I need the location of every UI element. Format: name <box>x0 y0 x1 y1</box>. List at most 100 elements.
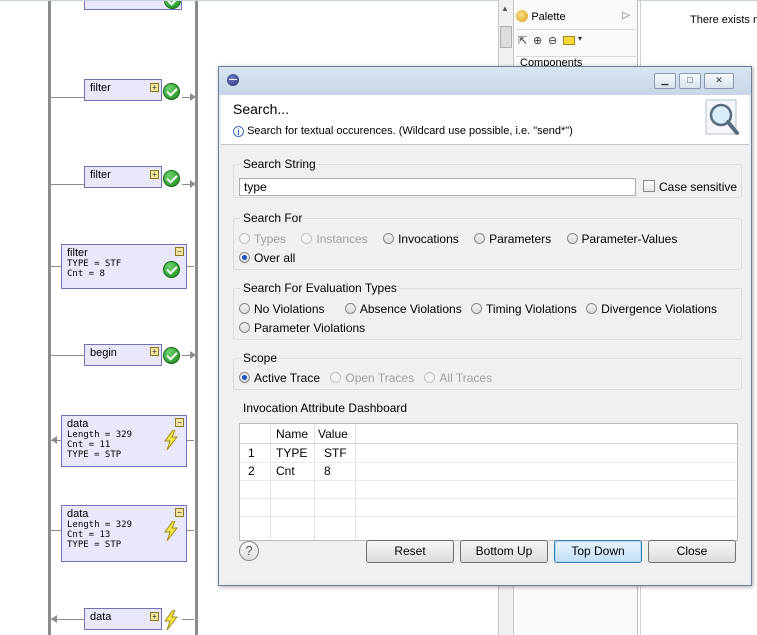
radio-circle <box>330 372 342 383</box>
dialog-body: Search String Case sensitive Search For … <box>221 146 749 583</box>
dropdown-arrow-icon[interactable]: ▾ <box>578 34 582 43</box>
radio-instances[interactable]: Instances <box>301 232 368 246</box>
expand-icon[interactable]: + <box>150 83 159 92</box>
radio-divergence-violations[interactable]: Divergence Violations <box>586 302 717 316</box>
radio-label: Instances <box>316 232 368 246</box>
row-index: 1 <box>248 446 255 460</box>
dashboard-table[interactable]: Name Value 1 TYPE STF 2 Cnt 8 <box>239 423 738 541</box>
lightning-icon <box>164 521 179 541</box>
scope-row: Active Trace Open Traces All Traces <box>239 371 504 385</box>
radio-absence-violations[interactable]: Absence Violations <box>344 302 462 316</box>
search-for-group: Search For Types Instances Invocations P… <box>233 211 742 270</box>
radio-circle <box>424 372 436 383</box>
eval-row-1: No Violations Absence Violations Timing … <box>239 302 717 316</box>
close-button[interactable]: Close <box>648 540 736 563</box>
radio-no-violations[interactable]: No Violations <box>239 302 325 316</box>
row-value: 8 <box>324 464 331 478</box>
radio-label: All Traces <box>439 371 493 385</box>
group-label: Scope <box>241 351 280 365</box>
radio-circle <box>239 303 250 314</box>
right-panel-text: There exists n <box>690 14 757 26</box>
radio-invocations[interactable]: Invocations <box>383 232 459 246</box>
column-header-name[interactable]: Name <box>276 427 308 441</box>
radio-circle <box>239 372 250 383</box>
node-title: begin <box>90 347 117 359</box>
radio-circle <box>474 233 486 244</box>
radio-circle <box>586 303 598 314</box>
collapse-arrow-icon[interactable]: ▷ <box>622 10 630 21</box>
node-title: filter <box>90 169 111 181</box>
node-title: filter <box>67 247 88 259</box>
radio-circle <box>383 233 395 244</box>
collapse-icon[interactable]: − <box>175 247 184 256</box>
help-icon[interactable]: ? <box>239 541 259 561</box>
radio-parameters[interactable]: Parameters <box>474 232 551 246</box>
maximize-button[interactable]: □ <box>679 73 701 89</box>
radio-timing-violations[interactable]: Timing Violations <box>471 302 577 316</box>
radio-circle <box>239 252 250 263</box>
radio-label: Types <box>254 232 287 246</box>
radio-circle <box>471 303 483 314</box>
ok-check-icon <box>163 347 180 364</box>
radio-all-traces[interactable]: All Traces <box>424 371 492 385</box>
row-name: TYPE <box>276 446 308 460</box>
group-label: Search String <box>241 157 318 171</box>
eval-row-2: Parameter Violations <box>239 321 377 335</box>
lightning-icon <box>164 610 179 630</box>
search-input[interactable] <box>239 178 636 196</box>
collapse-icon[interactable]: − <box>175 418 184 427</box>
expand-icon[interactable]: + <box>150 170 159 179</box>
group-label: Search For <box>241 211 305 225</box>
dialog-titlebar[interactable]: ▁ □ ✕ <box>219 67 751 95</box>
lightning-icon <box>164 430 179 450</box>
zoom-out-icon[interactable]: ⊖ <box>548 34 557 47</box>
reset-button[interactable]: Reset <box>366 540 454 563</box>
radio-open-traces[interactable]: Open Traces <box>330 371 414 385</box>
dialog-description: i Search for textual occurences. (Wildca… <box>233 125 573 137</box>
column-header-value[interactable]: Value <box>318 427 348 441</box>
search-for-row-1: Types Instances Invocations Parameters P… <box>239 232 689 246</box>
radio-over-all[interactable]: Over all <box>239 251 295 265</box>
dialog-title: Search... <box>233 101 290 117</box>
ok-check-icon <box>163 83 180 100</box>
row-index: 2 <box>248 464 255 478</box>
eclipse-icon <box>227 74 239 86</box>
select-tool-icon[interactable]: ⇱ <box>518 34 527 47</box>
palette-tools: ⇱ ⊕ ⊖ ▾ <box>516 29 636 53</box>
close-window-button[interactable]: ✕ <box>704 73 734 89</box>
search-dialog: ▁ □ ✕ Search... i Search for textual occ… <box>218 66 752 586</box>
radio-parameter-violations[interactable]: Parameter Violations <box>239 321 365 335</box>
radio-parameter-values[interactable]: Parameter-Values <box>566 232 677 246</box>
case-sensitive-checkbox[interactable] <box>643 180 655 192</box>
radio-active-trace[interactable]: Active Trace <box>239 371 320 385</box>
node-title: data <box>90 611 112 623</box>
radio-circle <box>344 303 356 314</box>
top-down-button[interactable]: Top Down <box>554 540 642 563</box>
bottom-up-button[interactable]: Bottom Up <box>460 540 548 563</box>
zoom-in-icon[interactable]: ⊕ <box>533 34 542 47</box>
scroll-up-icon[interactable]: ▲ <box>501 4 509 13</box>
search-string-group: Search String Case sensitive <box>233 157 742 198</box>
node-title: filter <box>90 82 111 94</box>
radio-label: Invocations <box>398 232 459 246</box>
radio-label: Absence Violations <box>359 302 462 316</box>
palette-header[interactable]: Palette ▷ <box>516 9 636 29</box>
ok-check-icon <box>163 170 180 187</box>
expand-icon[interactable]: + <box>150 347 159 356</box>
scroll-thumb[interactable] <box>500 26 512 48</box>
radio-types[interactable]: Types <box>239 232 286 246</box>
node-attr: TYPE = STP <box>67 450 122 460</box>
collapse-icon[interactable]: − <box>175 508 184 517</box>
eval-types-group: Search For Evaluation Types No Violation… <box>233 281 742 340</box>
search-for-row-2: Over all <box>239 251 307 265</box>
radio-label: Parameters <box>489 232 552 246</box>
radio-label: No Violations <box>254 302 325 316</box>
lifeline-left <box>48 0 51 635</box>
info-icon: i <box>233 126 244 137</box>
note-icon[interactable] <box>563 36 575 45</box>
radio-label: Timing Violations <box>486 302 577 316</box>
expand-icon[interactable]: + <box>150 612 159 621</box>
radio-label: Over all <box>254 251 296 265</box>
radio-circle <box>566 233 578 244</box>
minimize-button[interactable]: ▁ <box>654 73 676 89</box>
